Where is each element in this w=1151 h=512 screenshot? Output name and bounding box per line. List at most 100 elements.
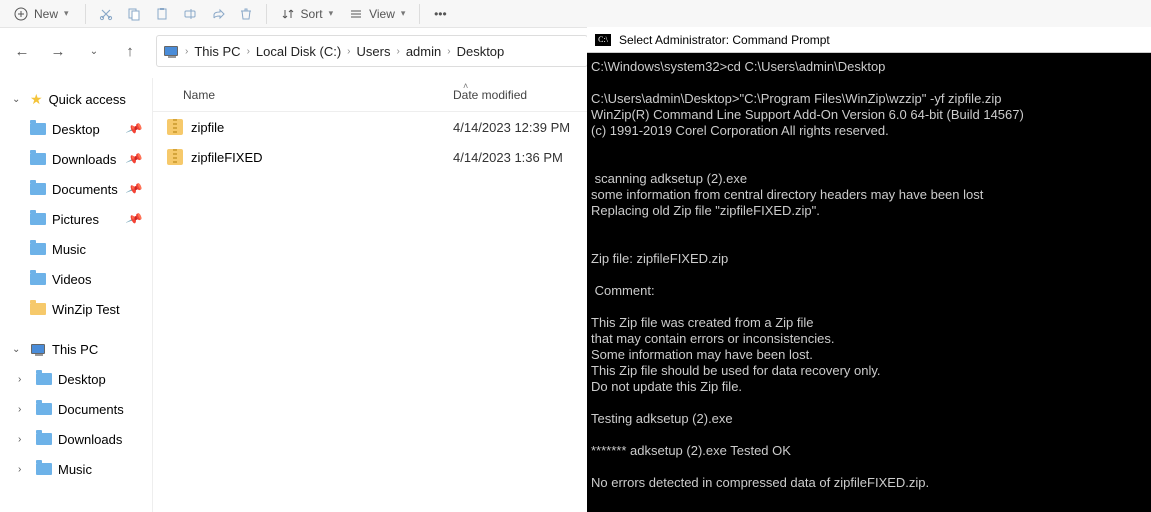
sidebar-pc-desktop[interactable]: › Desktop <box>0 364 152 394</box>
ellipsis-icon: ••• <box>434 7 447 21</box>
chevron-right-icon: › <box>247 46 250 57</box>
sidebar-pc-downloads[interactable]: › Downloads <box>0 424 152 454</box>
crumb-desktop[interactable]: Desktop <box>457 44 505 59</box>
folder-icon <box>30 121 46 137</box>
zip-icon <box>167 149 183 165</box>
sidebar: ⌄ ★ Quick access Desktop 📌 Downloads 📌 D… <box>0 78 153 512</box>
crumb-local-disk[interactable]: Local Disk (C:) <box>256 44 341 59</box>
sort-icon <box>281 7 295 21</box>
folder-icon <box>30 181 46 197</box>
sort-button[interactable]: Sort ▾ <box>275 5 340 23</box>
sidebar-quick-access[interactable]: ⌄ ★ Quick access <box>0 84 152 114</box>
back-button[interactable]: ← <box>6 35 38 67</box>
rename-icon <box>183 7 197 21</box>
new-button[interactable]: New ▾ <box>6 5 77 23</box>
file-name: zipfile <box>191 120 224 135</box>
recent-button[interactable]: ⌄ <box>78 35 110 67</box>
crumb-users[interactable]: Users <box>357 44 391 59</box>
folder-icon <box>30 301 46 317</box>
sidebar-item-desktop[interactable]: Desktop 📌 <box>0 114 152 144</box>
sidebar-item-videos[interactable]: Videos <box>0 264 152 294</box>
crumb-admin[interactable]: admin <box>406 44 441 59</box>
separator <box>419 4 420 24</box>
sidebar-item-label: Downloads <box>58 432 122 447</box>
sidebar-item-label: Music <box>58 462 92 477</box>
command-prompt-output[interactable]: C:\Windows\system32>cd C:\Users\admin\De… <box>587 53 1151 497</box>
chevron-down-icon: ⌄ <box>90 46 98 57</box>
quick-access-label: Quick access <box>49 92 126 107</box>
sidebar-item-winzip-test[interactable]: WinZip Test <box>0 294 152 324</box>
arrow-up-icon: ↑ <box>126 43 134 60</box>
new-label: New <box>34 7 58 21</box>
folder-icon <box>36 461 52 477</box>
command-prompt-titlebar[interactable]: C:\ Select Administrator: Command Prompt <box>587 27 1151 53</box>
pc-icon <box>163 43 179 59</box>
more-button[interactable]: ••• <box>428 2 452 26</box>
folder-icon <box>36 401 52 417</box>
share-button[interactable] <box>206 2 230 26</box>
view-icon <box>349 7 363 21</box>
folder-icon <box>30 271 46 287</box>
crumb-this-pc[interactable]: This PC <box>194 44 240 59</box>
folder-icon <box>30 211 46 227</box>
delete-icon <box>239 7 253 21</box>
this-pc-label: This PC <box>52 342 98 357</box>
address-bar[interactable]: › This PC › Local Disk (C:) › Users › ad… <box>156 35 588 67</box>
toolbar: New ▾ Sort ▾ View ▾ ••• <box>0 0 1151 28</box>
sidebar-pc-music[interactable]: › Music <box>0 454 152 484</box>
pin-icon: 📌 <box>125 210 144 228</box>
paste-button[interactable] <box>150 2 174 26</box>
sidebar-this-pc[interactable]: ⌄ This PC <box>0 334 152 364</box>
separator <box>266 4 267 24</box>
sidebar-item-label: Desktop <box>58 372 106 387</box>
folder-icon <box>30 241 46 257</box>
sidebar-item-documents[interactable]: Documents 📌 <box>0 174 152 204</box>
pc-icon <box>30 341 46 357</box>
column-name[interactable]: Name <box>153 88 453 102</box>
sidebar-item-label: Desktop <box>52 122 100 137</box>
pin-icon: 📌 <box>125 150 144 168</box>
forward-button[interactable]: → <box>42 35 74 67</box>
folder-icon <box>30 151 46 167</box>
plus-circle-icon <box>14 7 28 21</box>
chevron-right-icon: › <box>18 404 30 415</box>
copy-icon <box>127 7 141 21</box>
sort-indicator-icon: ˄ <box>463 81 468 91</box>
chevron-right-icon: › <box>18 464 30 475</box>
folder-icon <box>36 371 52 387</box>
chevron-down-icon: ▾ <box>64 8 69 19</box>
pin-icon: 📌 <box>125 180 144 198</box>
pin-icon: 📌 <box>125 120 144 138</box>
star-icon: ★ <box>30 91 43 108</box>
arrow-left-icon: ← <box>15 43 30 60</box>
folder-icon <box>36 431 52 447</box>
delete-button[interactable] <box>234 2 258 26</box>
sidebar-item-downloads[interactable]: Downloads 📌 <box>0 144 152 174</box>
command-prompt-window: C:\ Select Administrator: Command Prompt… <box>587 27 1151 512</box>
copy-button[interactable] <box>122 2 146 26</box>
chevron-down-icon: ⌄ <box>12 94 24 105</box>
chevron-right-icon: › <box>18 434 30 445</box>
chevron-right-icon: › <box>447 46 450 57</box>
cut-button[interactable] <box>94 2 118 26</box>
cmd-title-text: Select Administrator: Command Prompt <box>619 33 830 47</box>
sidebar-pc-documents[interactable]: › Documents <box>0 394 152 424</box>
up-button[interactable]: ↑ <box>114 35 146 67</box>
arrow-right-icon: → <box>51 43 66 60</box>
sidebar-item-label: WinZip Test <box>52 302 120 317</box>
sort-label: Sort <box>301 7 323 21</box>
sidebar-item-label: Documents <box>52 182 118 197</box>
separator <box>85 4 86 24</box>
sidebar-item-music[interactable]: Music <box>0 234 152 264</box>
chevron-down-icon: ⌄ <box>12 344 24 355</box>
share-icon <box>211 7 225 21</box>
view-button[interactable]: View ▾ <box>343 5 411 23</box>
cmd-icon: C:\ <box>595 34 611 46</box>
view-label: View <box>369 7 395 21</box>
sidebar-item-pictures[interactable]: Pictures 📌 <box>0 204 152 234</box>
file-name: zipfileFIXED <box>191 150 263 165</box>
chevron-right-icon: › <box>185 46 188 57</box>
chevron-down-icon: ▾ <box>401 8 406 19</box>
chevron-right-icon: › <box>347 46 350 57</box>
rename-button[interactable] <box>178 2 202 26</box>
